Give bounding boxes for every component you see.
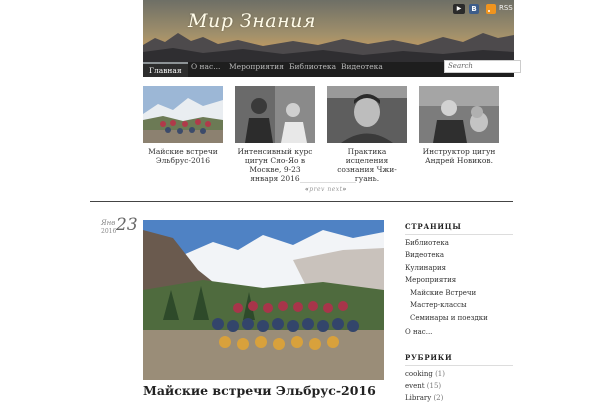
- nav-item-videos[interactable]: Видеотека: [335, 62, 389, 77]
- featured-caption[interactable]: Интенсивный курс цигун Сяо-Яо в Москве, …: [235, 147, 315, 183]
- featured-thumb-group-photo[interactable]: [143, 86, 223, 143]
- nav-item-about[interactable]: О нас...: [185, 62, 226, 77]
- sidebar-page-may-meetings[interactable]: Майские Встречи: [410, 289, 476, 297]
- content-divider: [90, 201, 513, 202]
- sidebar-page-masterclasses[interactable]: Мастер-классы: [410, 301, 467, 309]
- search-input[interactable]: Search: [444, 60, 521, 73]
- sidebar-page-about[interactable]: О нас...: [405, 328, 432, 336]
- sidebar-page-events[interactable]: Мероприятия: [405, 276, 456, 284]
- site-title[interactable]: Мир Знания: [188, 10, 316, 32]
- featured-item[interactable]: Инструктор цигун Андрей Новиков.: [419, 86, 499, 165]
- prev-link[interactable]: prev: [309, 186, 325, 193]
- rubric-item[interactable]: event (15): [405, 382, 441, 390]
- nav-item-library[interactable]: Библиотека: [283, 62, 342, 77]
- post-date-day: 23: [116, 215, 138, 235]
- featured-item[interactable]: Практика исцеления сознания Чжи-гуань.: [327, 86, 407, 183]
- youtube-icon[interactable]: ▶: [453, 4, 465, 14]
- post-image[interactable]: [143, 220, 384, 380]
- featured-caption[interactable]: Инструктор цигун Андрей Новиков.: [419, 147, 499, 165]
- nav-item-home[interactable]: Главная: [143, 62, 188, 77]
- pager-divider: [300, 182, 356, 183]
- sidebar-page-seminars[interactable]: Семинары и поездки: [410, 314, 488, 322]
- featured-item[interactable]: Майские встречи Эльбрус-2016: [143, 86, 223, 165]
- next-link[interactable]: next: [327, 186, 342, 193]
- post-title[interactable]: Майские встречи Эльбрус-2016: [143, 383, 376, 398]
- rss-link[interactable]: RSS: [499, 4, 513, 12]
- nav-item-events[interactable]: Мероприятия: [223, 62, 290, 77]
- rubric-count: (15): [426, 382, 442, 390]
- rubric-item[interactable]: Library (2): [405, 394, 443, 402]
- sidebar-rubrics-heading: РУБРИКИ: [405, 353, 453, 362]
- sidebar-divider: [405, 234, 513, 235]
- post-date-month: Янв: [101, 219, 116, 227]
- sidebar-divider: [405, 365, 513, 366]
- rubric-label[interactable]: event: [405, 382, 425, 390]
- rubric-count: (1): [435, 370, 445, 378]
- rubric-label[interactable]: cooking: [405, 370, 433, 378]
- rubric-label[interactable]: Library: [405, 394, 431, 402]
- featured-item[interactable]: Интенсивный курс цигун Сяо-Яо в Москве, …: [235, 86, 315, 183]
- rubric-item[interactable]: cooking (1): [405, 370, 445, 378]
- rubric-count: (2): [433, 394, 444, 402]
- sidebar-pages-heading: СТРАНИЦЫ: [405, 222, 462, 231]
- sidebar-page-videos[interactable]: Видеотека: [405, 251, 444, 259]
- slider-pager: «prev next»: [305, 186, 347, 193]
- featured-thumb-man-with-dog[interactable]: [419, 86, 499, 143]
- rss-icon[interactable]: [486, 4, 496, 14]
- featured-thumb-smiling-man[interactable]: [327, 86, 407, 143]
- post-photo-elbrus[interactable]: [143, 220, 384, 380]
- featured-caption[interactable]: Практика исцеления сознания Чжи-гуань.: [327, 147, 407, 183]
- vk-icon[interactable]: В: [469, 4, 479, 14]
- post-date-year: 2016: [101, 228, 117, 235]
- featured-caption[interactable]: Майские встречи Эльбрус-2016: [143, 147, 223, 165]
- sidebar-page-library[interactable]: Библиотека: [405, 239, 449, 247]
- next-arrow-icon[interactable]: »: [343, 186, 347, 193]
- sidebar-page-cooking[interactable]: Кулинария: [405, 264, 446, 272]
- featured-thumb-teacher[interactable]: [235, 86, 315, 143]
